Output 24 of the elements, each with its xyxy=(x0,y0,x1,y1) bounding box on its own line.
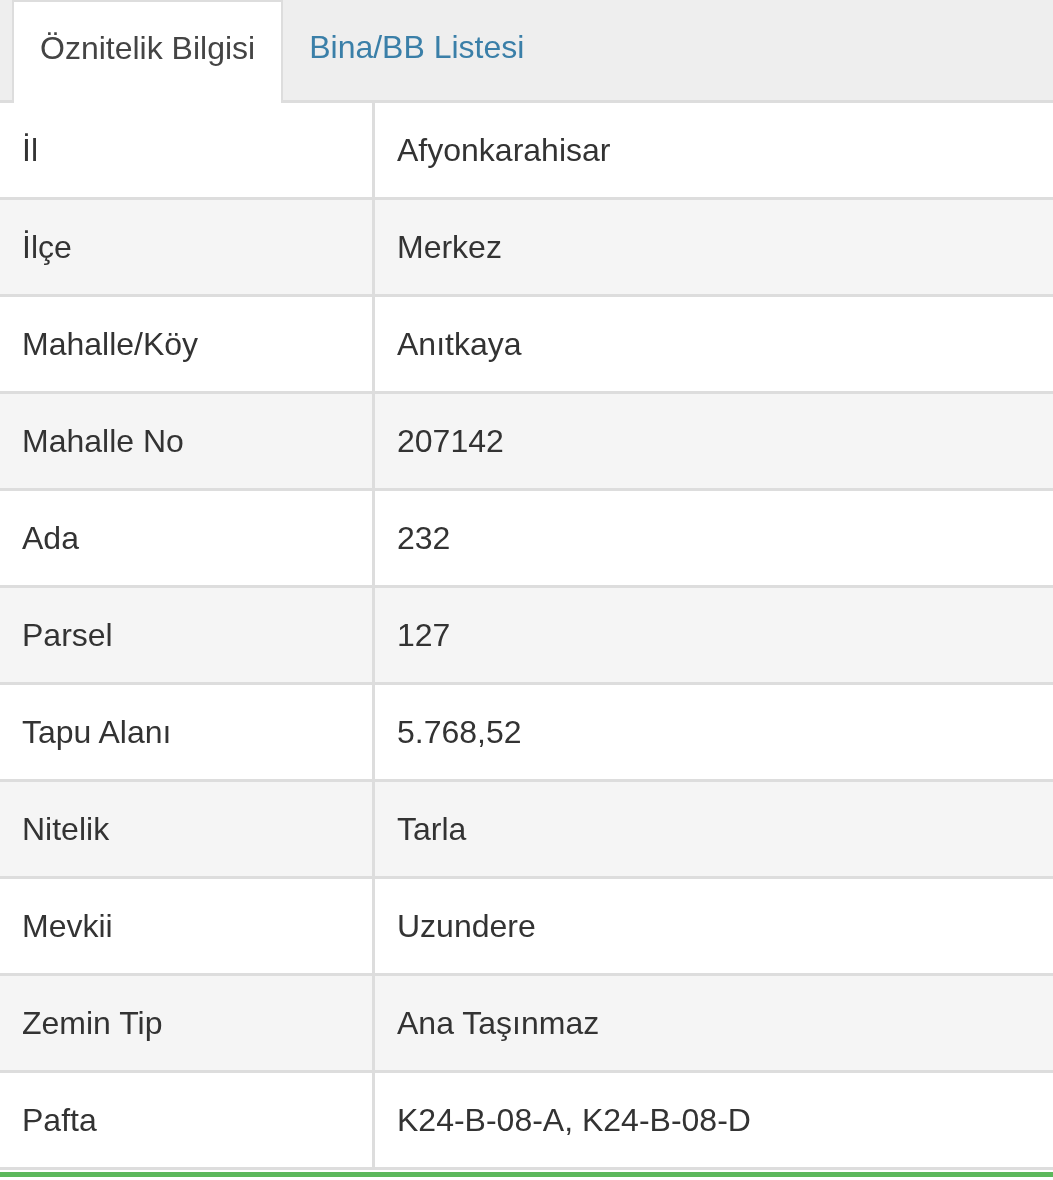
table-cell-text: Anıtkaya xyxy=(396,324,523,364)
table-cell: Nitelik xyxy=(0,782,375,876)
table-cell-text: 232 xyxy=(396,518,452,558)
table-cell-text: Merkez xyxy=(396,227,503,267)
table-cell: Mahalle/Köy xyxy=(0,297,375,391)
table-cell-text: 207142 xyxy=(396,421,505,461)
table-cell: Pafta xyxy=(0,1073,375,1167)
table-cell: Parsel xyxy=(0,588,375,682)
table-cell: Mahalle No xyxy=(0,394,375,488)
tab[interactable]: Bina/BB Listesi xyxy=(283,0,551,103)
table-cell: Zemin Tip xyxy=(0,976,375,1070)
table-cell-text: Afyonkarahisar xyxy=(396,130,612,170)
table-cell: Mevkii xyxy=(0,879,375,973)
table-cell-text: K24-B-08-A, K24-B-08-D xyxy=(396,1100,752,1140)
table-cell: İlçe xyxy=(0,200,375,294)
table-cell: İl xyxy=(0,103,375,197)
table-cell-text: 5.768,52 xyxy=(396,712,523,752)
table-cell-text: 127 xyxy=(396,615,452,655)
tab[interactable]: Öznitelik Bilgisi xyxy=(12,0,284,103)
table-cell-text: Uzundere xyxy=(396,906,537,946)
table-cell-text: Ana Taşınmaz xyxy=(396,1003,601,1043)
table-cell-text: Tarla xyxy=(396,809,468,849)
table-cell: Ada xyxy=(0,491,375,585)
table-cell: Tapu Alanı xyxy=(0,685,375,779)
